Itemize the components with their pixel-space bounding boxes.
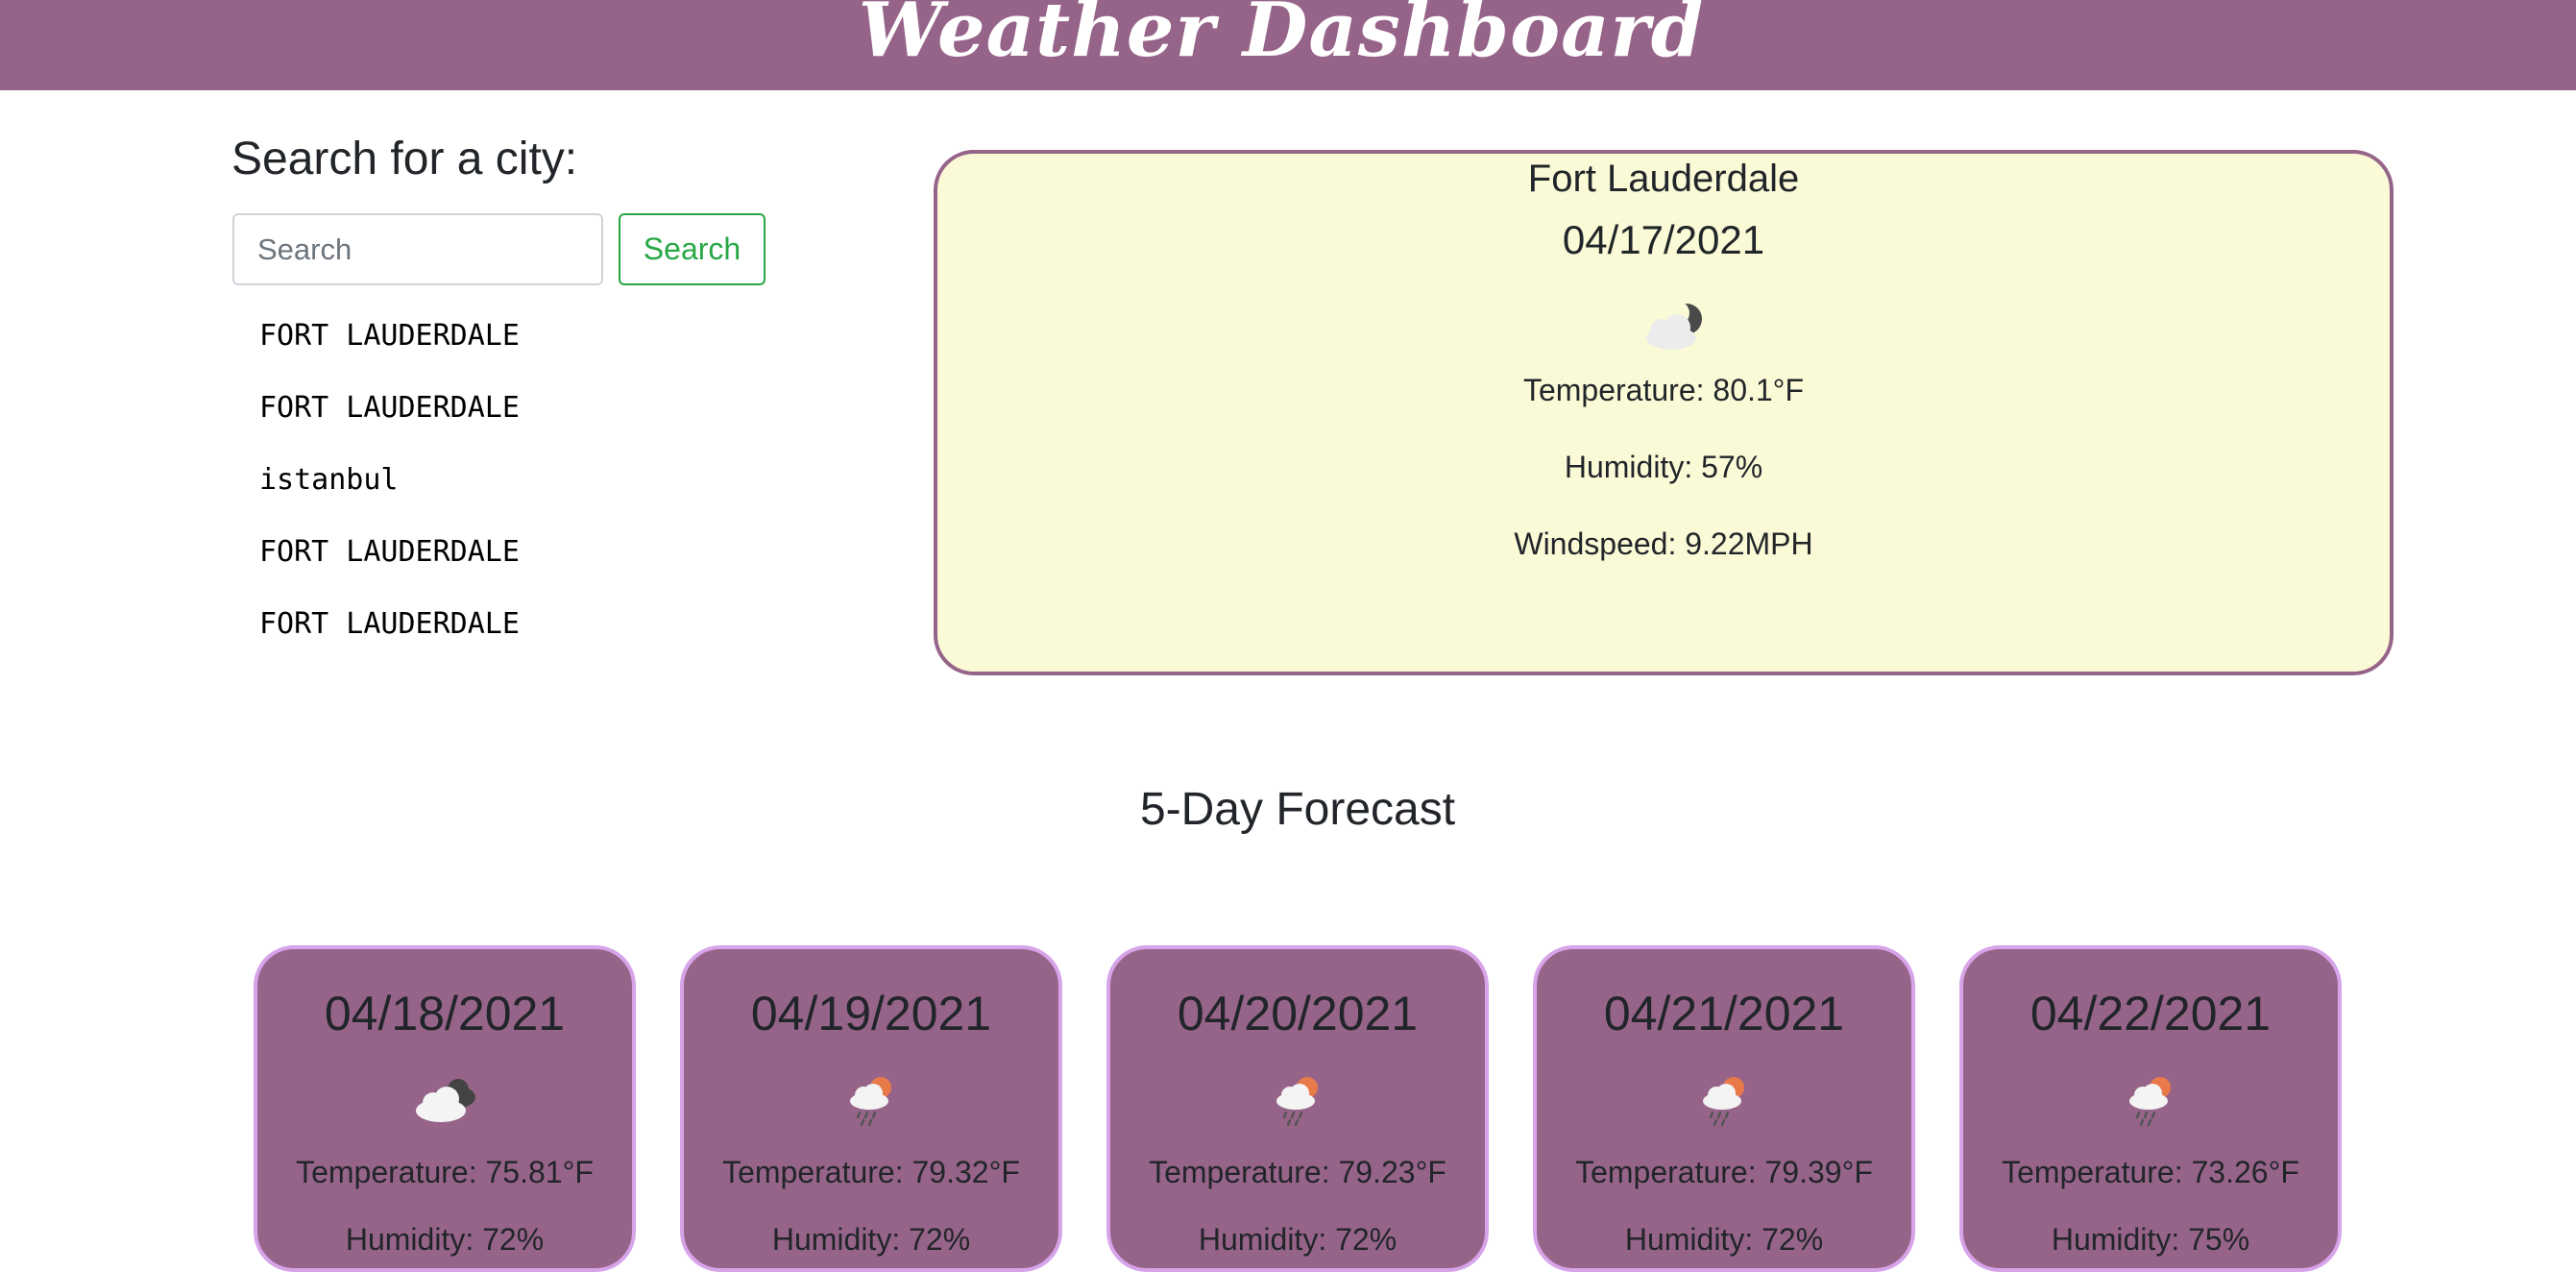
- rain-sun-icon: [2129, 1077, 2171, 1127]
- forecast-humidity: Humidity: 72%: [1198, 1222, 1397, 1257]
- history-item[interactable]: FORT LAUDERDALE: [259, 528, 520, 600]
- forecast-humidity: Humidity: 72%: [771, 1222, 971, 1257]
- forecast-date: 04/19/2021: [750, 987, 992, 1040]
- forecast-date: 04/18/2021: [324, 987, 566, 1040]
- current-city: Fort Lauderdale: [1527, 158, 1800, 200]
- cloudy-night-icon: [1646, 301, 1702, 350]
- rain-sun-icon: [850, 1077, 891, 1127]
- forecast-temperature: Temperature: 79.32°F: [722, 1155, 1020, 1189]
- forecast-temperature: Temperature: 79.23°F: [1149, 1155, 1446, 1189]
- forecast-card: 04/20/2021 Temperature: 79.23°F Humidity…: [1106, 945, 1489, 1272]
- current-windspeed: Windspeed: 9.22MPH: [1514, 526, 1813, 561]
- search-heading: Search for a city:: [231, 134, 578, 184]
- rain-sun-icon: [1703, 1077, 1744, 1127]
- current-temperature: Temperature: 80.1°F: [1522, 373, 1805, 407]
- history-item[interactable]: FORT LAUDERDALE: [259, 312, 520, 384]
- forecast-card: 04/18/2021 Temperature: 75.81°F Humidity…: [254, 945, 636, 1272]
- history-item[interactable]: FORT LAUDERDALE: [259, 384, 520, 456]
- forecast-humidity: Humidity: 72%: [1624, 1222, 1824, 1257]
- page-header: Weather Dashboard: [0, 0, 2576, 90]
- search-button[interactable]: Search: [619, 213, 766, 285]
- forecast-temperature: Temperature: 79.39°F: [1575, 1155, 1873, 1189]
- current-weather-card: Fort Lauderdale 04/17/2021 Temperature: …: [934, 150, 2394, 675]
- forecast-date: 04/20/2021: [1177, 987, 1419, 1040]
- search-input[interactable]: [232, 213, 603, 285]
- current-date: 04/17/2021: [1562, 217, 1765, 262]
- forecast-humidity: Humidity: 75%: [2051, 1222, 2250, 1257]
- forecast-date: 04/22/2021: [2029, 987, 2272, 1040]
- forecast-card: 04/22/2021 Temperature: 73.26°F Humidity…: [1959, 945, 2342, 1272]
- forecast-card: 04/21/2021 Temperature: 79.39°F Humidity…: [1533, 945, 1915, 1272]
- page-title: Weather Dashboard: [858, 0, 1705, 74]
- search-history-list: FORT LAUDERDALE FORT LAUDERDALE istanbul…: [259, 312, 520, 673]
- forecast-heading: 5-Day Forecast: [1139, 784, 1456, 835]
- forecast-humidity: Humidity: 72%: [345, 1222, 545, 1257]
- forecast-temperature: Temperature: 73.26°F: [2002, 1155, 2299, 1189]
- history-item[interactable]: istanbul: [259, 456, 520, 528]
- forecast-temperature: Temperature: 75.81°F: [296, 1155, 594, 1189]
- current-humidity: Humidity: 57%: [1564, 450, 1763, 484]
- rain-sun-icon: [1276, 1077, 1318, 1127]
- broken-clouds-icon: [416, 1079, 475, 1122]
- forecast-date: 04/21/2021: [1603, 987, 1845, 1040]
- history-item[interactable]: FORT LAUDERDALE: [259, 600, 520, 673]
- forecast-card: 04/19/2021 Temperature: 79.32°F Humidity…: [680, 945, 1062, 1272]
